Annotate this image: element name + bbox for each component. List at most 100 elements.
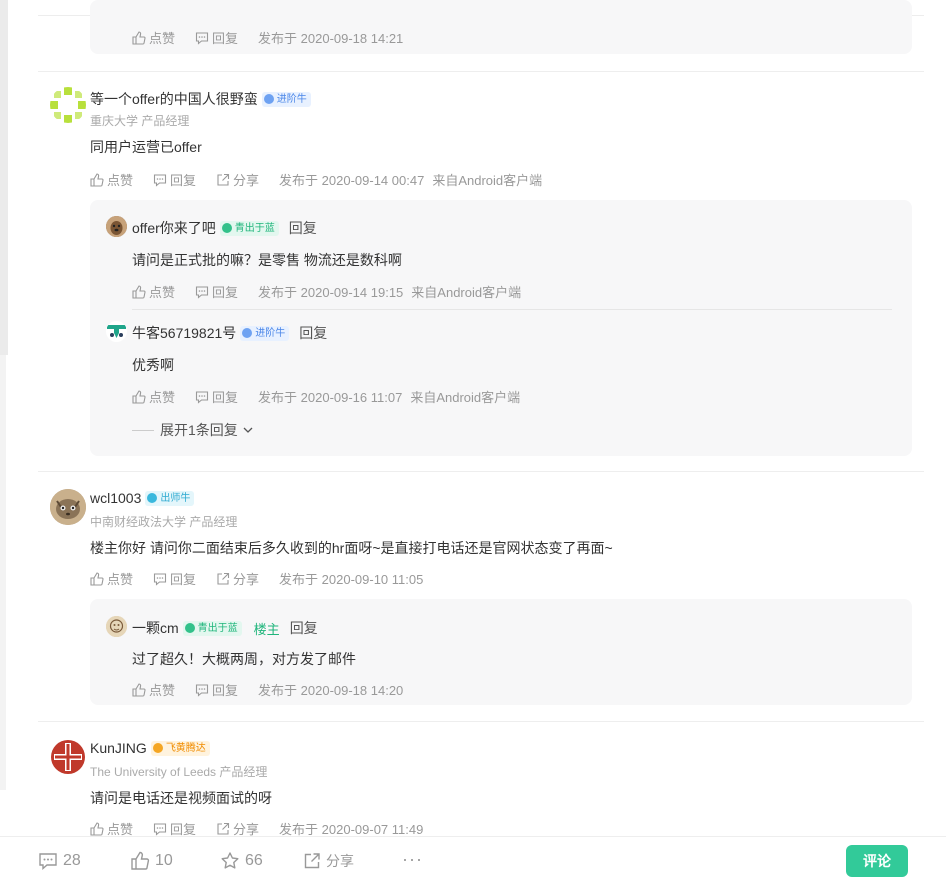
reply-label: 回复 bbox=[170, 822, 197, 836]
level-badge: 进阶牛 bbox=[261, 91, 311, 107]
left-panel-shade bbox=[0, 0, 8, 355]
post-time: 发布于 2020-09-14 00:47 bbox=[279, 173, 425, 188]
author-name[interactable]: KunJING bbox=[90, 740, 147, 756]
reply-author: 牛客56719821号 进阶牛 回复 bbox=[132, 323, 327, 343]
dog-avatar bbox=[106, 216, 127, 237]
more-button[interactable]: ··· bbox=[402, 849, 423, 870]
comment-content: 楼主你好 请问你二面结束后多久收到的hr面呀~是直接打电话还是官网状态变了再面~ bbox=[90, 540, 613, 556]
post-source: 来自Android客户端 bbox=[410, 390, 521, 405]
share-label: 分享 bbox=[233, 822, 260, 836]
reply-label: 回复 bbox=[212, 285, 239, 300]
share-button[interactable]: 分享 bbox=[303, 851, 354, 871]
reply-button[interactable]: 回复 bbox=[153, 569, 196, 588]
comment-button[interactable]: 评论 bbox=[846, 845, 908, 877]
author-name[interactable]: 等一个offer的中国人很野蛮 bbox=[90, 89, 258, 109]
level-badge: 青出于蓝 bbox=[219, 220, 279, 236]
share-button[interactable]: 分享 bbox=[216, 569, 259, 588]
like-button[interactable]: 点赞 bbox=[90, 170, 133, 189]
comment-action-bar: 点赞 回复 分享 发布于 2020-09-10 11:05 bbox=[90, 569, 431, 588]
avatar[interactable] bbox=[106, 216, 127, 237]
author-name[interactable]: 一颗cm bbox=[132, 618, 179, 638]
divider bbox=[132, 429, 154, 431]
avatar-pattern bbox=[50, 87, 86, 123]
chevron-down-icon bbox=[243, 427, 253, 433]
like-button[interactable]: 点赞 bbox=[132, 387, 175, 406]
share-label: 分享 bbox=[233, 572, 260, 587]
reply-content: 过了超久！大概两周，对方发了邮件 bbox=[132, 651, 356, 667]
reply-button[interactable]: 回复 bbox=[195, 28, 238, 47]
level-badge: 青出于蓝 bbox=[182, 620, 242, 636]
divider bbox=[38, 71, 924, 72]
favorite-button[interactable]: 66 bbox=[220, 851, 263, 871]
author-name[interactable]: wcl1003 bbox=[90, 490, 141, 506]
share-icon bbox=[217, 572, 230, 585]
cross-avatar bbox=[51, 740, 85, 774]
reply-button[interactable]: 回复 bbox=[195, 680, 238, 699]
chat-bubble-icon bbox=[39, 853, 57, 871]
left-panel-shade-lower bbox=[0, 355, 6, 790]
like-count: 10 bbox=[155, 852, 173, 869]
author-school: 重庆大学 产品经理 bbox=[90, 114, 190, 128]
avatar[interactable] bbox=[106, 616, 127, 637]
reply-link[interactable]: 回复 bbox=[299, 323, 327, 343]
reply-action-bar: 点赞 回复 发布于 2020-09-18 14:20 bbox=[132, 680, 411, 699]
author-name[interactable]: 牛客56719821号 bbox=[132, 323, 236, 343]
reply-link[interactable]: 回复 bbox=[289, 218, 317, 238]
avatar[interactable] bbox=[50, 489, 86, 525]
comment-content: 请问是电话还是视频面试的呀 bbox=[90, 790, 272, 806]
chat-bubble-icon bbox=[195, 683, 209, 697]
reply-content: 优秀啊 bbox=[132, 357, 174, 373]
thumb-up-icon bbox=[90, 571, 104, 586]
like-button[interactable]: 点赞 bbox=[90, 569, 133, 588]
share-label: 分享 bbox=[233, 173, 260, 188]
share-icon bbox=[304, 853, 320, 869]
avatar[interactable] bbox=[106, 321, 127, 342]
reply-label: 回复 bbox=[170, 173, 197, 188]
badge-icon bbox=[263, 94, 274, 104]
reply-author: 一颗cm 青出于蓝 楼主 回复 bbox=[132, 618, 318, 638]
like-count-button[interactable]: 10 bbox=[130, 851, 173, 871]
avatar[interactable] bbox=[50, 87, 86, 123]
reply-link[interactable]: 回复 bbox=[290, 618, 318, 638]
reply-button[interactable]: 回复 bbox=[153, 170, 196, 189]
like-label: 点赞 bbox=[149, 683, 176, 698]
reply-content: 请问是正式批的嘛？是零售 物流还是数科啊 bbox=[132, 252, 402, 268]
star-icon bbox=[221, 852, 239, 869]
like-button[interactable]: 点赞 bbox=[132, 282, 175, 301]
chat-bubble-icon bbox=[153, 173, 167, 187]
author-name[interactable]: offer你来了吧 bbox=[132, 218, 216, 238]
post-time: 发布于 2020-09-16 11:07 bbox=[258, 390, 403, 405]
thumb-up-icon bbox=[131, 851, 150, 870]
post-time: 发布于 2020-09-10 11:05 bbox=[279, 572, 424, 587]
avatar[interactable] bbox=[50, 739, 86, 775]
favorite-count: 66 bbox=[245, 852, 263, 869]
left-panel-edge bbox=[0, 0, 8, 884]
divider bbox=[38, 721, 924, 722]
comment-author: KunJING 飞黄腾达 bbox=[90, 740, 210, 756]
reply-button[interactable]: 回复 bbox=[153, 819, 196, 836]
share-button[interactable]: 分享 bbox=[216, 819, 259, 836]
like-button[interactable]: 点赞 bbox=[132, 28, 175, 47]
like-button[interactable]: 点赞 bbox=[132, 680, 175, 699]
comment-action-bar: 点赞 回复 分享 发布于 2020-09-07 11:49 bbox=[90, 819, 431, 836]
post-source: 来自Android客户端 bbox=[411, 285, 522, 300]
share-button[interactable]: 分享 bbox=[216, 170, 259, 189]
thumb-up-icon bbox=[132, 389, 146, 404]
divider bbox=[132, 309, 892, 310]
comment-count-button[interactable]: 28 bbox=[38, 851, 81, 871]
badge-label: 进阶牛 bbox=[255, 327, 286, 339]
like-button[interactable]: 点赞 bbox=[90, 819, 133, 836]
post-time: 发布于 2020-09-18 14:20 bbox=[258, 683, 404, 698]
thumb-up-icon bbox=[90, 821, 104, 836]
share-icon bbox=[217, 822, 230, 835]
expand-replies-button[interactable]: 展开1条回复 bbox=[132, 420, 255, 440]
badge-icon bbox=[152, 743, 163, 753]
badge-label: 进阶牛 bbox=[276, 93, 307, 105]
thumb-up-icon bbox=[90, 172, 104, 187]
reply-button[interactable]: 回复 bbox=[195, 387, 238, 406]
like-label: 点赞 bbox=[107, 173, 134, 188]
post-source: 来自Android客户端 bbox=[432, 173, 543, 188]
reply-action-bar: 点赞 回复 发布于 2020-09-16 11:07 来自Android客户端 bbox=[132, 387, 528, 406]
share-icon bbox=[217, 173, 230, 186]
reply-button[interactable]: 回复 bbox=[195, 282, 238, 301]
